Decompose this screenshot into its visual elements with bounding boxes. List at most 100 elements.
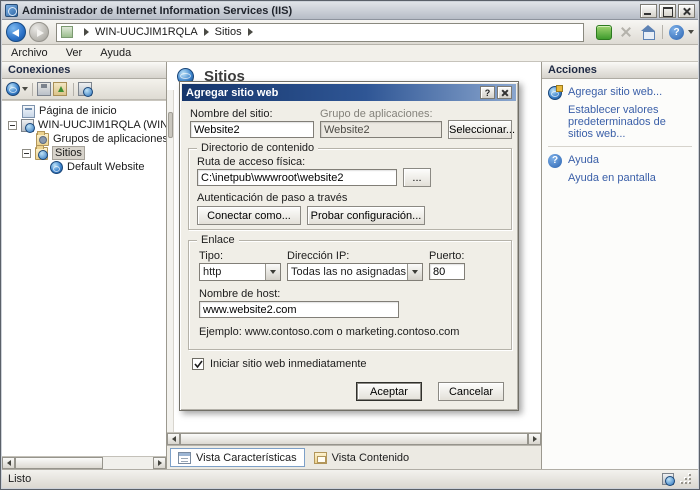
scrollbar-thumb[interactable] xyxy=(180,433,528,445)
tree-item-app-pools[interactable]: Grupos de aplicaciones xyxy=(2,132,166,146)
ok-button[interactable]: Aceptar xyxy=(356,382,422,401)
refresh-up-icon[interactable] xyxy=(53,82,67,96)
action-link-label[interactable]: Ayuda en pantalla xyxy=(568,172,656,184)
connections-panel: Conexiones Página de inicio WIN-UUCJ xyxy=(2,62,167,469)
host-example-text: Ejemplo: www.contoso.com o marketing.con… xyxy=(199,326,459,338)
breadcrumb-server[interactable]: WIN-UUCJIM1RQLA xyxy=(95,26,198,38)
scroll-right-button[interactable] xyxy=(153,457,166,469)
tree-item-start-page[interactable]: Página de inicio xyxy=(2,104,166,118)
forward-button[interactable] xyxy=(29,22,49,42)
tree-item-label[interactable]: Página de inicio xyxy=(39,105,117,117)
resize-grip[interactable] xyxy=(680,473,692,485)
breadcrumb-sites[interactable]: Sitios xyxy=(215,26,242,38)
status-text: Listo xyxy=(8,473,662,485)
help-dropdown-icon[interactable] xyxy=(688,30,694,34)
scroll-left-button[interactable] xyxy=(2,457,15,469)
close-button[interactable] xyxy=(678,4,695,18)
type-combobox[interactable]: http xyxy=(199,263,281,281)
home-icon[interactable] xyxy=(640,25,656,40)
combo-dropdown-icon[interactable] xyxy=(407,264,422,280)
action-help[interactable]: ? Ayuda xyxy=(548,154,692,168)
scroll-right-icon xyxy=(533,436,537,442)
tab-content-view[interactable]: Vista Contenido xyxy=(307,448,416,467)
dialog-close-button[interactable] xyxy=(497,86,512,99)
scroll-left-button[interactable] xyxy=(167,433,180,445)
menu-archivo[interactable]: Archivo xyxy=(2,45,57,61)
action-set-website-defaults[interactable]: Establecer valores predeterminados de si… xyxy=(548,104,692,140)
select-app-pool-button[interactable]: Seleccionar... xyxy=(448,120,512,139)
action-link-label[interactable]: Ayuda xyxy=(568,154,599,166)
start-website-label: Iniciar sitio web inmediatamente xyxy=(210,358,367,370)
app-icon xyxy=(5,4,18,17)
tree-item-label-selected[interactable]: Sitios xyxy=(52,146,85,160)
forward-arrow-icon xyxy=(37,29,44,37)
action-add-website[interactable]: Agregar sitio web... xyxy=(548,86,692,100)
browse-button[interactable]: ... xyxy=(403,168,431,187)
breadcrumb-arrow-icon[interactable] xyxy=(248,28,253,36)
tree-item-label[interactable]: WIN-UUCJIM1RQLA (WIN-UUCJIM xyxy=(38,119,166,131)
feature-view-horizontal-scrollbar[interactable] xyxy=(167,432,541,445)
port-input[interactable] xyxy=(429,263,465,280)
binding-group: Enlace Tipo: Dirección IP: Puerto: http … xyxy=(188,240,512,350)
tree-item-server[interactable]: WIN-UUCJIM1RQLA (WIN-UUCJIM xyxy=(2,118,166,132)
scrollbar-track[interactable] xyxy=(180,433,528,445)
ip-combobox[interactable]: Todas las no asignadas xyxy=(287,263,423,281)
maximize-button[interactable] xyxy=(659,4,676,18)
add-website-dialog: Agregar sitio web ? Nombre del sitio: Gr… xyxy=(179,81,519,411)
feature-view-vertical-scrollbar[interactable] xyxy=(167,90,174,432)
tree-item-sites[interactable]: Sitios xyxy=(2,146,166,160)
collapse-expander-icon[interactable] xyxy=(8,121,17,130)
cancel-button[interactable]: Cancelar xyxy=(438,382,504,401)
physical-path-input[interactable] xyxy=(197,169,397,186)
connect-server-icon[interactable] xyxy=(6,82,20,96)
save-icon[interactable] xyxy=(37,82,51,96)
connect-as-button[interactable]: Conectar como... xyxy=(197,206,301,225)
menu-ver[interactable]: Ver xyxy=(57,45,92,61)
server-globe-icon[interactable] xyxy=(78,82,92,96)
tab-label[interactable]: Vista Contenido xyxy=(332,452,409,464)
collapse-expander-icon[interactable] xyxy=(22,149,31,158)
site-name-input[interactable] xyxy=(190,121,314,138)
dialog-title: Agregar sitio web xyxy=(186,87,478,99)
back-arrow-icon xyxy=(12,29,19,37)
breadcrumb-arrow-icon[interactable] xyxy=(84,28,89,36)
scroll-right-button[interactable] xyxy=(528,433,541,445)
connections-horizontal-scrollbar[interactable] xyxy=(2,456,166,469)
ip-value: Todas las no asignadas xyxy=(288,266,407,278)
menu-ayuda[interactable]: Ayuda xyxy=(91,45,140,61)
tree-item-label[interactable]: Default Website xyxy=(67,161,144,173)
breadcrumb[interactable]: WIN-UUCJIM1RQLA Sitios xyxy=(56,23,584,42)
content-directory-legend: Directorio de contenido xyxy=(197,142,318,154)
combo-dropdown-icon[interactable] xyxy=(265,264,280,280)
restart-icon[interactable] xyxy=(596,25,612,40)
tree-item-default-website[interactable]: Default Website xyxy=(2,160,166,174)
minimize-button[interactable] xyxy=(640,4,657,18)
tree-item-label[interactable]: Grupos de aplicaciones xyxy=(53,133,166,145)
tab-features-view[interactable]: Vista Características xyxy=(170,448,305,467)
dialog-titlebar[interactable]: Agregar sitio web ? xyxy=(182,84,516,101)
scrollbar-track[interactable] xyxy=(15,457,153,469)
toolbar-separator xyxy=(32,83,33,96)
help-icon[interactable]: ? xyxy=(669,25,684,40)
help-icon: ? xyxy=(548,154,562,168)
scrollbar-thumb[interactable] xyxy=(168,112,173,138)
action-link-label[interactable]: Establecer valores predeterminados de si… xyxy=(568,104,692,140)
connect-dropdown-icon[interactable] xyxy=(22,87,28,91)
toolbar-separator xyxy=(73,83,74,96)
action-online-help[interactable]: Ayuda en pantalla xyxy=(548,172,692,184)
breadcrumb-arrow-icon[interactable] xyxy=(204,28,209,36)
type-value: http xyxy=(200,266,265,278)
features-view-icon xyxy=(178,452,191,464)
site-name-label: Nombre del sitio: xyxy=(190,108,273,120)
start-website-checkbox[interactable] xyxy=(192,358,204,370)
test-settings-button[interactable]: Probar configuración... xyxy=(307,206,425,225)
dialog-help-button[interactable]: ? xyxy=(480,86,495,99)
host-name-input[interactable] xyxy=(199,301,399,318)
action-link-label[interactable]: Agregar sitio web... xyxy=(568,86,662,98)
app-pool-field xyxy=(320,121,442,138)
scroll-left-icon xyxy=(172,436,176,442)
back-button[interactable] xyxy=(6,22,26,42)
tab-label[interactable]: Vista Características xyxy=(196,452,297,464)
connections-toolbar xyxy=(2,79,166,100)
scrollbar-thumb[interactable] xyxy=(15,457,103,469)
